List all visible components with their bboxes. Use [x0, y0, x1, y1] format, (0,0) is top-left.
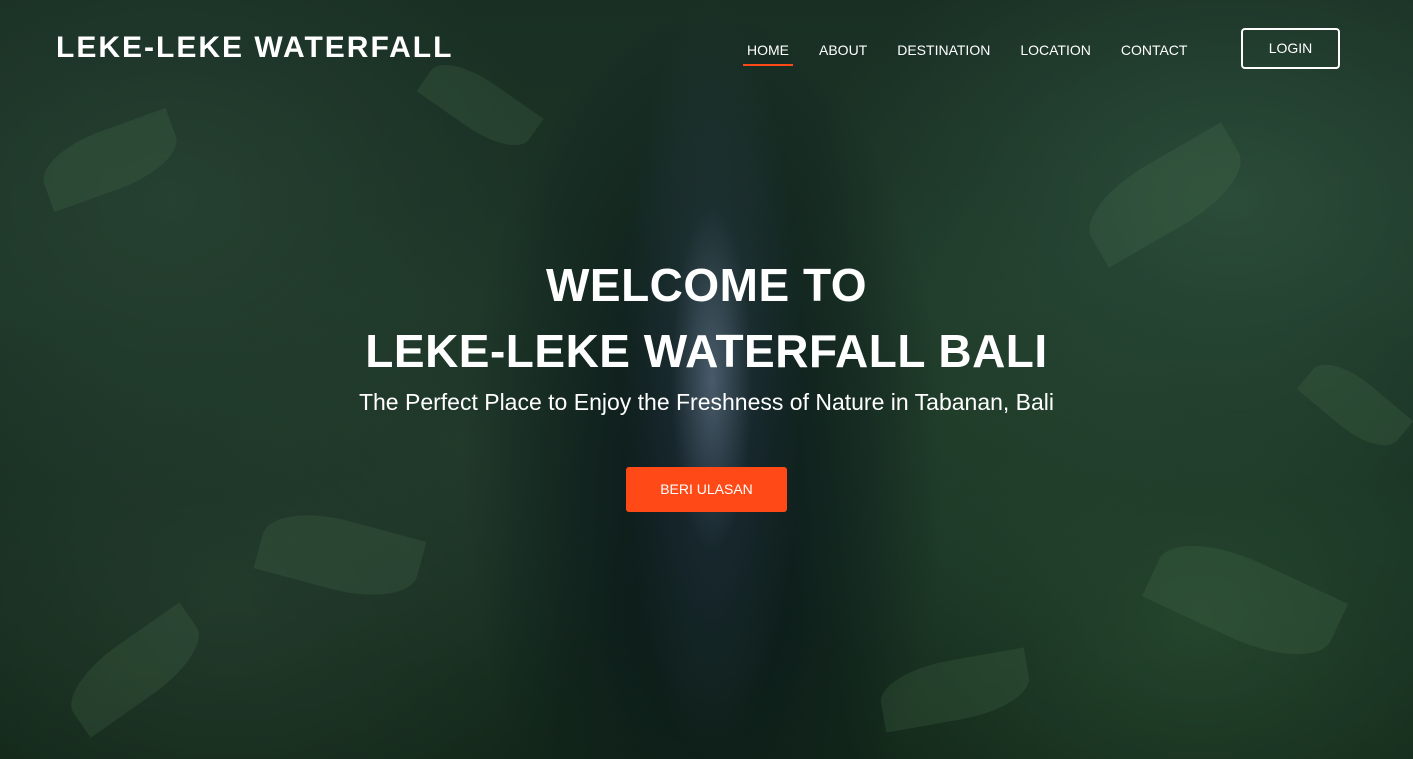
hero-subtitle: The Perfect Place to Enjoy the Freshness… [358, 389, 1055, 415]
nav-item-location[interactable]: LOCATION [1005, 38, 1106, 66]
navbar: LEKE-LEKE WATERFALL HOME ABOUT DESTINATI… [0, 0, 1413, 97]
nav-item-about[interactable]: ABOUT [804, 38, 882, 66]
nav-item-home[interactable]: HOME [732, 38, 804, 66]
nav-item-destination[interactable]: DESTINATION [882, 38, 1005, 66]
hero-title-line-1: WELCOME TO [545, 259, 868, 311]
review-button[interactable]: BERI ULASAN [626, 467, 787, 512]
nav-menu: HOME ABOUT DESTINATION LOCATION CONTACT [732, 38, 1202, 66]
hero-background: LEKE-LEKE WATERFALL HOME ABOUT DESTINATI… [0, 0, 1413, 759]
nav-item-contact[interactable]: CONTACT [1106, 38, 1203, 66]
hero-content: WELCOME TO LEKE-LEKE WATERFALL BALI The … [0, 252, 1413, 512]
hero-title: WELCOME TO LEKE-LEKE WATERFALL BALI [0, 252, 1413, 384]
hero-title-line-2: LEKE-LEKE WATERFALL BALI [365, 325, 1048, 377]
login-button[interactable]: LOGIN [1241, 28, 1340, 69]
site-logo[interactable]: LEKE-LEKE WATERFALL [56, 30, 453, 66]
